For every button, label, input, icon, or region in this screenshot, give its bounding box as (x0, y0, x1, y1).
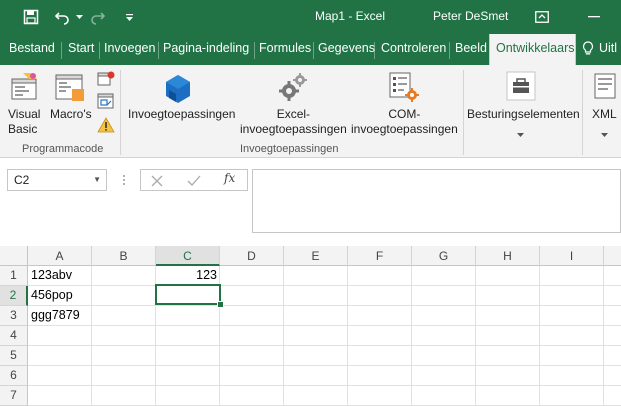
tab-separator (374, 42, 375, 59)
column-header-i[interactable]: I (540, 246, 604, 266)
tab-start[interactable]: Start (68, 41, 94, 55)
tab-separator (99, 42, 100, 59)
cell-a2[interactable]: 456pop (28, 286, 92, 306)
formula-bar-area: C2 ▼ fx (0, 158, 621, 246)
insert-function-icon[interactable]: fx (224, 171, 235, 185)
window-title: Map1 - Excel (315, 9, 386, 23)
tab-gegevens[interactable]: Gegevens (318, 41, 375, 55)
column-header-h[interactable]: H (476, 246, 540, 266)
redo-icon[interactable] (86, 0, 110, 34)
lightbulb-icon[interactable] (582, 41, 594, 59)
tab-separator (449, 42, 450, 59)
tab-separator (254, 42, 255, 59)
cell-gridlines (28, 266, 621, 406)
visual-basic-icon[interactable] (9, 71, 41, 103)
excel-addins-gear-icon[interactable] (277, 71, 309, 103)
row-header-2[interactable]: 2 (0, 286, 28, 306)
column-header-g[interactable]: G (412, 246, 476, 266)
tab-ontwikkelaars-label: Ontwikkelaars (496, 41, 575, 55)
cell-a1[interactable]: 123abv (28, 266, 92, 286)
group-separator (582, 70, 583, 155)
cell-c1[interactable]: 123 (156, 266, 220, 286)
row-header-5[interactable]: 5 (0, 346, 28, 366)
formula-input[interactable] (252, 169, 621, 233)
title-bar: Map1 - Excel Peter DeSmet (0, 0, 621, 34)
macro-security-icon[interactable] (97, 117, 115, 133)
row-header-1[interactable]: 1 (0, 266, 28, 286)
tab-separator (158, 42, 159, 59)
cancel-icon[interactable] (151, 174, 163, 192)
select-all-corner[interactable] (0, 246, 28, 266)
visual-basic-label-line1: Visual (8, 107, 41, 121)
visual-basic-label[interactable]: Visual Basic (8, 107, 40, 137)
xml-dropdown-icon[interactable] (601, 125, 608, 143)
minimize-icon[interactable] (582, 0, 606, 34)
undo-icon[interactable] (50, 0, 74, 34)
tab-tell-me[interactable]: Uitl (599, 41, 617, 55)
controls-label[interactable]: Besturingselementen (467, 107, 580, 122)
group-separator (463, 70, 464, 155)
excel-addins-label-line2: invoegtoepassingen (240, 122, 347, 136)
tab-beeld[interactable]: Beeld (455, 41, 487, 55)
record-macro-icon[interactable] (97, 71, 115, 87)
macros-icon[interactable] (54, 71, 86, 103)
column-header-b[interactable]: B (92, 246, 156, 266)
xml-label[interactable]: XML (592, 107, 617, 122)
excel-addins-label-line1: Excel- (276, 107, 311, 121)
tab-separator (313, 42, 314, 59)
spreadsheet-grid: A B C D E F G H I 1 2 3 4 5 6 7 123abv 1… (0, 246, 621, 406)
fill-handle[interactable] (217, 301, 224, 308)
name-box-value: C2 (14, 173, 30, 187)
visual-basic-label-line2: Basic (8, 122, 38, 136)
tab-pagina-indeling[interactable]: Pagina-indeling (163, 41, 249, 55)
relative-references-icon[interactable] (97, 93, 115, 109)
tab-invoegen[interactable]: Invoegen (104, 41, 155, 55)
name-box[interactable]: C2 ▼ (7, 169, 107, 191)
row-header-3[interactable]: 3 (0, 306, 28, 326)
com-addins-label[interactable]: COM- invoegtoepassingen (351, 107, 458, 137)
tab-ontwikkelaars[interactable]: Ontwikkelaars (489, 34, 576, 65)
enter-check-icon[interactable] (187, 174, 201, 192)
ribbon-developer: Visual Basic Macro's Programmacode Invoe… (0, 65, 621, 158)
group-label-code: Programmacode (22, 143, 104, 155)
xml-source-icon[interactable] (594, 73, 616, 99)
customize-toolbar-icon[interactable] (122, 0, 136, 34)
column-header-a[interactable]: A (28, 246, 92, 266)
tab-controleren[interactable]: Controleren (381, 41, 446, 55)
row-header-4[interactable]: 4 (0, 326, 28, 346)
name-box-dropdown-icon[interactable]: ▼ (93, 170, 101, 190)
column-header-j[interactable] (604, 246, 621, 266)
store-addins-label[interactable]: Invoegtoepassingen (128, 107, 235, 122)
formula-bar-grip-icon[interactable] (122, 173, 126, 187)
tab-bestand[interactable]: Bestand (9, 41, 55, 55)
save-icon[interactable] (18, 0, 44, 34)
active-cell-selection[interactable] (155, 284, 221, 305)
column-header-d[interactable]: D (220, 246, 284, 266)
tab-formules[interactable]: Formules (259, 41, 311, 55)
group-label-addins: Invoegtoepassingen (240, 143, 339, 155)
com-addins-icon[interactable] (388, 71, 420, 103)
excel-addins-label[interactable]: Excel- invoegtoepassingen (240, 107, 347, 137)
row-header-7[interactable]: 7 (0, 386, 28, 406)
tab-separator (61, 42, 62, 59)
user-name[interactable]: Peter DeSmet (433, 9, 508, 23)
column-header-e[interactable]: E (284, 246, 348, 266)
undo-dropdown-icon[interactable] (74, 0, 84, 34)
column-header-c[interactable]: C (156, 246, 220, 266)
com-addins-label-line2: invoegtoepassingen (351, 122, 458, 136)
column-header-f[interactable]: F (348, 246, 412, 266)
group-separator (120, 70, 121, 155)
macros-label[interactable]: Macro's (50, 107, 92, 122)
ribbon-display-options-icon[interactable] (530, 0, 554, 34)
com-addins-label-line1: COM- (388, 107, 421, 121)
row-header-6[interactable]: 6 (0, 366, 28, 386)
cell-a3[interactable]: ggg7879 (28, 306, 92, 326)
controls-dropdown-icon[interactable] (517, 125, 524, 143)
store-addins-icon[interactable] (163, 73, 193, 105)
controls-toolbox-icon[interactable] (506, 71, 536, 101)
